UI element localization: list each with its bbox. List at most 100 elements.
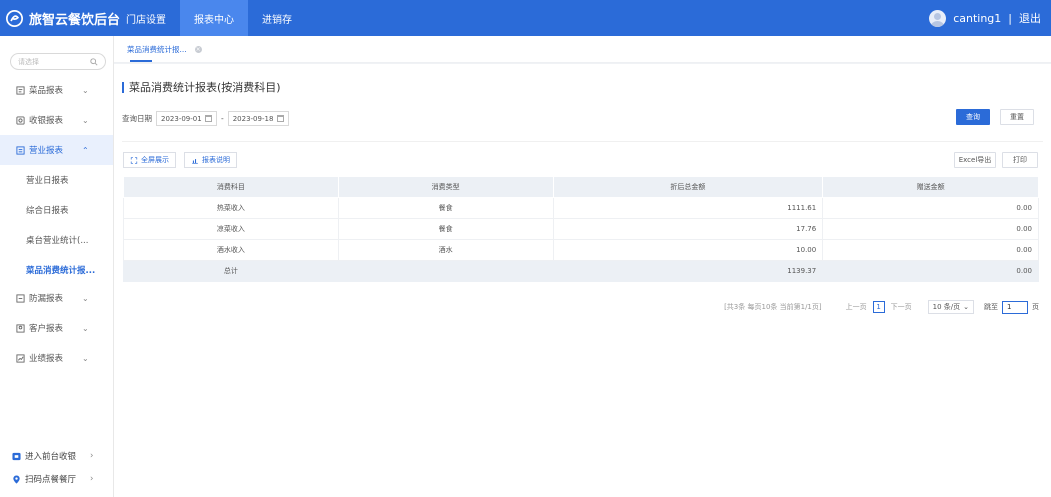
date-label: 查询日期: [122, 114, 152, 123]
date-filter: 查询日期 2023-09-01 - 2023-09-18: [122, 111, 289, 126]
user-area: canting1 | 退出: [929, 0, 1041, 36]
scan-order-label: 扫码点餐餐厅: [25, 475, 77, 485]
calendar-icon: [205, 115, 212, 122]
sidebar-item-label: 菜品报表: [29, 86, 64, 96]
user-separator: |: [1008, 11, 1012, 25]
sidebar-item-label: 客户报表: [29, 324, 64, 334]
bar-chart-icon: [192, 158, 198, 164]
table-cell: 1111.61: [552, 197, 824, 219]
table-row: 热菜收入 餐食 1111.61 0.00: [123, 197, 1039, 219]
close-icon[interactable]: ×: [194, 46, 202, 53]
title-accent-bar: [122, 81, 124, 93]
end-date-value: 2023-09-18: [232, 114, 274, 123]
column-header[interactable]: 折后总金额: [552, 176, 824, 198]
brand-name: 旅智云餐饮后台: [29, 12, 121, 28]
jump-page-input[interactable]: 1: [1002, 300, 1028, 314]
sidebar-item-cashier-report[interactable]: 收银报表 ⌄: [0, 105, 113, 135]
fullscreen-button[interactable]: 全屏展示: [123, 152, 176, 168]
query-button[interactable]: 查询: [956, 109, 990, 125]
page-unit: 页: [1032, 303, 1039, 311]
location-pin-icon: [13, 474, 20, 484]
performance-report-icon: [16, 353, 25, 363]
pagination-info: [共3条 每页10条 当前第1/1页]: [724, 303, 822, 311]
sidebar-item-dish-report[interactable]: 菜品报表 ⌄: [0, 75, 113, 105]
prev-page-button[interactable]: 上一页: [846, 302, 867, 312]
total-gift-amount: 0.00: [822, 260, 1039, 282]
scan-order-link[interactable]: 扫码点餐餐厅 ›: [12, 473, 112, 485]
tab-dish-consumption[interactable]: 菜品消费统计报... ×: [127, 36, 202, 63]
column-header[interactable]: 消费科目: [123, 176, 339, 198]
username[interactable]: canting1: [953, 12, 1001, 25]
sidebar-subitem-daily-business[interactable]: 营业日报表: [0, 165, 113, 195]
dish-report-icon: [16, 85, 25, 95]
sidebar-item-performance-report[interactable]: 业绩报表 ⌄: [0, 343, 113, 373]
column-header[interactable]: 消费类型: [337, 176, 554, 198]
chevron-up-icon: ⌃: [82, 145, 89, 155]
page-size-select[interactable]: 10 条/页 ⌄: [927, 300, 974, 314]
top-bar: 旅智云餐饮后台 门店设置 报表中心 进销存 canting1 | 退出: [0, 0, 1051, 36]
table-cell: 酒水收入: [123, 239, 339, 261]
table-cell: [337, 260, 554, 282]
jump-label: 跳至: [984, 303, 998, 311]
table-cell: 凉菜收入: [123, 218, 339, 240]
tab-active-indicator: [130, 60, 152, 62]
chevron-down-icon: ⌄: [82, 293, 89, 303]
end-date-input[interactable]: 2023-09-18: [227, 111, 289, 126]
leak-report-icon: [16, 293, 25, 303]
nav-store-settings[interactable]: 门店设置: [112, 0, 180, 36]
sidebar-item-business-report[interactable]: 营业报表 ⌃: [0, 135, 113, 165]
table-cell: 0.00: [822, 218, 1039, 240]
sidebar-subitem-table-stats[interactable]: 桌台营业统计(...: [0, 225, 113, 255]
sidebar-item-label: 业绩报表: [29, 354, 64, 364]
reset-button[interactable]: 重置: [1000, 109, 1034, 125]
report-info-label: 报表说明: [202, 156, 230, 164]
table-row: 酒水收入 酒水 10.00 0.00: [123, 239, 1039, 261]
table-cell: 17.76: [552, 218, 824, 240]
sidebar: 请选择 菜品报表 ⌄ 收银报表 ⌄ 营业报表 ⌃ 营业日报表 综合日报表 桌台营…: [0, 36, 114, 497]
tab-label: 菜品消费统计报...: [127, 45, 187, 54]
table-total-row: 总计 1139.37 0.00: [123, 260, 1039, 282]
next-page-button[interactable]: 下一页: [891, 302, 912, 312]
total-label: 总计: [123, 260, 339, 282]
cashier-entry-link[interactable]: 进入前台收银 ›: [12, 450, 112, 462]
sidebar-item-customer-report[interactable]: 客户报表 ⌄: [0, 313, 113, 343]
chevron-right-icon: ›: [90, 451, 94, 461]
sidebar-item-leak-report[interactable]: 防漏报表 ⌄: [0, 283, 113, 313]
nav-inventory[interactable]: 进销存: [248, 0, 306, 36]
page-size-value: 10 条/页: [932, 303, 961, 311]
chevron-down-icon: ⌄: [963, 303, 969, 311]
report-table: 消费科目 消费类型 折后总金额 赠送金额 热菜收入 餐食 1111.61 0.0…: [123, 176, 1039, 282]
page-number-current[interactable]: 1: [872, 301, 885, 313]
table-row: 凉菜收入 餐食 17.76 0.00: [123, 218, 1039, 240]
search-placeholder: 请选择: [18, 57, 39, 66]
pagination: [共3条 每页10条 当前第1/1页] 上一页 1 下一页 10 条/页 ⌄ 跳…: [724, 300, 1039, 314]
table-cell: 餐食: [337, 197, 554, 219]
start-date-value: 2023-09-01: [161, 114, 202, 123]
chevron-down-icon: ⌄: [82, 115, 89, 125]
table-cell: 餐食: [337, 218, 554, 240]
calendar-icon: [276, 115, 284, 122]
avatar[interactable]: [929, 9, 947, 27]
nav-report-center[interactable]: 报表中心: [180, 0, 248, 36]
main-panel: 菜品消费统计报表(按消费科目) 查询日期 2023-09-01 - 2023-0…: [114, 64, 1051, 497]
logout-link[interactable]: 退出: [1019, 10, 1041, 26]
column-header[interactable]: 赠送金额: [822, 176, 1039, 198]
date-separator: -: [221, 114, 224, 123]
report-info-button[interactable]: 报表说明: [184, 152, 237, 168]
chevron-down-icon: ⌄: [82, 323, 89, 333]
print-button[interactable]: 打印: [1002, 152, 1038, 168]
business-report-icon: [16, 145, 25, 155]
search-icon: [90, 57, 98, 66]
excel-export-button[interactable]: Excel导出: [954, 152, 996, 168]
brand[interactable]: 旅智云餐饮后台: [6, 0, 120, 36]
sidebar-search-input[interactable]: 请选择: [10, 53, 106, 70]
tab-bar: 菜品消费统计报... ×: [114, 36, 1051, 63]
table-cell: 酒水: [337, 239, 554, 261]
sidebar-subitem-comprehensive-daily[interactable]: 综合日报表: [0, 195, 113, 225]
page-title-text: 菜品消费统计报表(按消费科目): [129, 81, 281, 94]
chevron-right-icon: ›: [90, 474, 94, 484]
customer-report-icon: [16, 323, 25, 333]
chevron-down-icon: ⌄: [82, 353, 89, 363]
sidebar-subitem-dish-consumption[interactable]: 菜品消费统计报...: [0, 255, 113, 285]
start-date-input[interactable]: 2023-09-01: [156, 111, 217, 126]
